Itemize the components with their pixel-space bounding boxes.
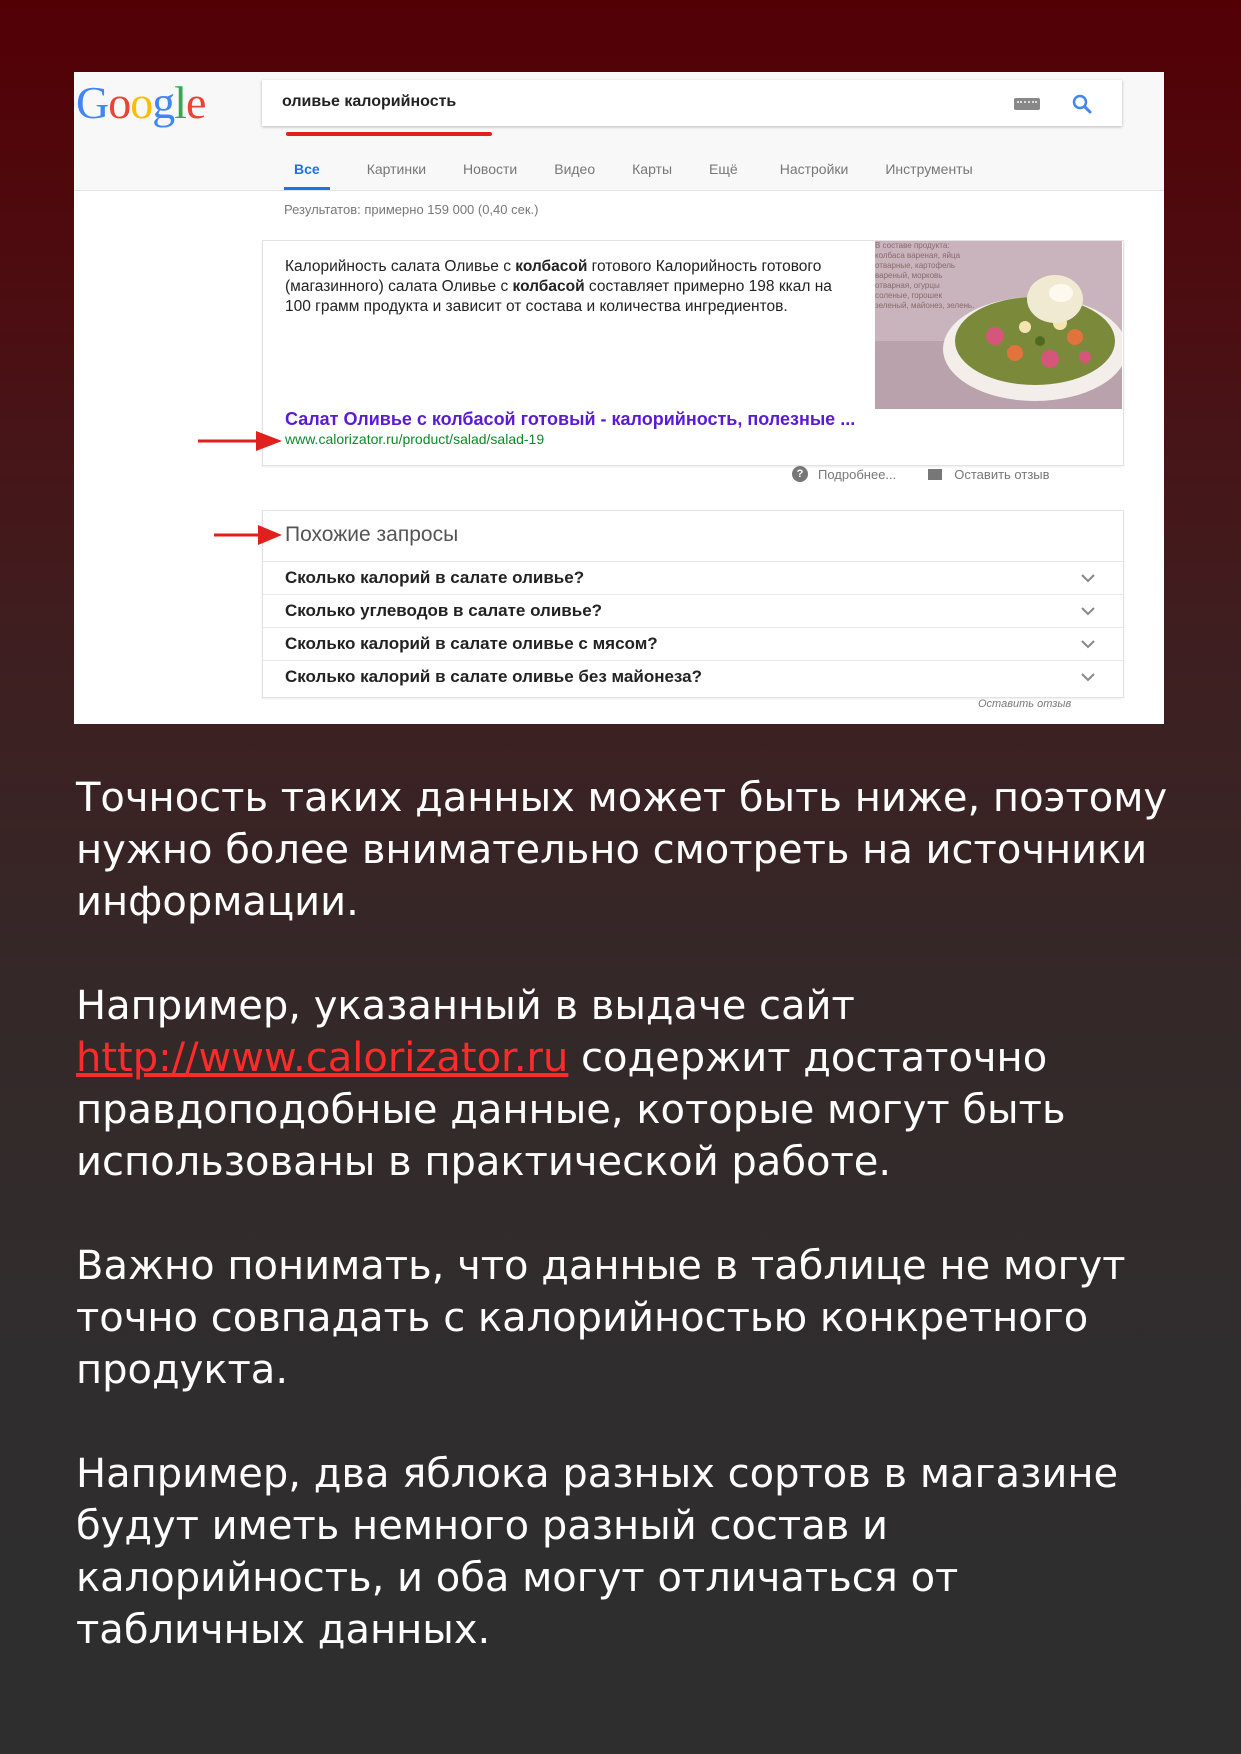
- snippet-text: Калорийность салата Оливье с колбасой го…: [285, 257, 855, 317]
- logo-letter: G: [76, 77, 109, 128]
- chevron-down-icon[interactable]: [1081, 672, 1095, 682]
- result-link[interactable]: Салат Оливье с колбасой готовый - калори…: [285, 409, 855, 430]
- paragraph: Например, указанный в выдаче сайт http:/…: [76, 980, 1176, 1188]
- logo-letter: o: [108, 77, 131, 128]
- snippet-feedback-row: ? Подробнее... Оставить отзыв: [792, 466, 1050, 482]
- help-icon: ?: [792, 466, 808, 482]
- featured-snippet: Калорийность салата Оливье с колбасой го…: [262, 240, 1124, 466]
- search-icon[interactable]: [1070, 92, 1094, 116]
- salad-image[interactable]: В составе продукта: колбаса вареная, яйц…: [875, 241, 1122, 409]
- tab-video[interactable]: Видео: [554, 154, 595, 190]
- search-header: Google оливье калорийность Все Картинки …: [74, 72, 1164, 191]
- feedback-link[interactable]: Оставить отзыв: [978, 698, 1071, 710]
- logo-letter: o: [130, 77, 153, 128]
- site-link[interactable]: http://www.calorizator.ru: [76, 1035, 568, 1081]
- search-query-text: оливье калорийность: [282, 93, 457, 110]
- arrow-right-icon: [214, 525, 282, 545]
- paragraph: Точность таких данных может быть ниже, п…: [76, 775, 1168, 925]
- chevron-down-icon[interactable]: [1081, 639, 1095, 649]
- tab-all[interactable]: Все: [284, 154, 330, 190]
- search-screenshot: Google оливье калорийность Все Картинки …: [74, 72, 1164, 724]
- related-title: Похожие запросы: [285, 523, 459, 546]
- related-question-text: Сколько углеводов в салате оливье?: [285, 601, 603, 620]
- snippet-text-bold: колбасой: [515, 258, 588, 275]
- logo-letter: e: [186, 77, 206, 128]
- tab-news[interactable]: Новости: [463, 154, 517, 190]
- related-question[interactable]: Сколько углеводов в салате оливье?: [263, 594, 1123, 628]
- related-question-text: Сколько калорий в салате оливье?: [285, 568, 585, 587]
- tab-more[interactable]: Ещё: [709, 154, 738, 190]
- related-question-text: Сколько калорий в салате оливье с мясом?: [285, 634, 658, 653]
- tab-tools[interactable]: Инструменты: [885, 154, 972, 190]
- tab-settings[interactable]: Настройки: [780, 154, 849, 190]
- related-question-text: Сколько калорий в салате оливье без майо…: [285, 667, 702, 686]
- more-link[interactable]: Подробнее...: [818, 467, 896, 482]
- image-caption: В составе продукта: колбаса вареная, яйц…: [875, 241, 975, 310]
- results-count: Результатов: примерно 159 000 (0,40 сек.…: [284, 202, 539, 217]
- google-logo[interactable]: Google: [76, 76, 206, 129]
- logo-letter: l: [174, 77, 187, 128]
- search-tabs: Все Картинки Новости Видео Карты Ещё Нас…: [284, 154, 1010, 190]
- chevron-down-icon[interactable]: [1081, 606, 1095, 616]
- query-underline-mark: [286, 132, 492, 136]
- arrow-right-icon: [198, 431, 282, 451]
- related-question[interactable]: Сколько калорий в салате оливье без майо…: [263, 660, 1123, 694]
- paragraph-text: Например, указанный в выдаче сайт: [76, 983, 855, 1029]
- feedback-icon: [928, 468, 943, 480]
- tab-maps[interactable]: Карты: [632, 154, 672, 190]
- logo-letter: g: [152, 77, 175, 128]
- tab-images[interactable]: Картинки: [367, 154, 426, 190]
- related-questions: Похожие запросы Сколько калорий в салате…: [262, 510, 1124, 698]
- result-url[interactable]: www.calorizator.ru/product/salad/salad-1…: [285, 431, 544, 447]
- chevron-down-icon[interactable]: [1081, 573, 1095, 583]
- snippet-text-part: Калорийность салата Оливье с: [285, 258, 516, 275]
- paragraph: Важно понимать, что данные в таблице не …: [76, 1243, 1126, 1393]
- related-question[interactable]: Сколько калорий в салате оливье?: [263, 561, 1123, 595]
- snippet-text-bold: колбасой: [512, 278, 585, 295]
- article-text: Точность таких данных может быть ниже, п…: [76, 772, 1176, 1708]
- feedback-link[interactable]: Оставить отзыв: [954, 467, 1049, 482]
- paragraph: Например, два яблока разных сортов в маг…: [76, 1451, 1119, 1653]
- keyboard-icon[interactable]: [1014, 98, 1040, 110]
- related-question[interactable]: Сколько калорий в салате оливье с мясом?: [263, 627, 1123, 661]
- search-input[interactable]: оливье калорийность: [262, 80, 1122, 126]
